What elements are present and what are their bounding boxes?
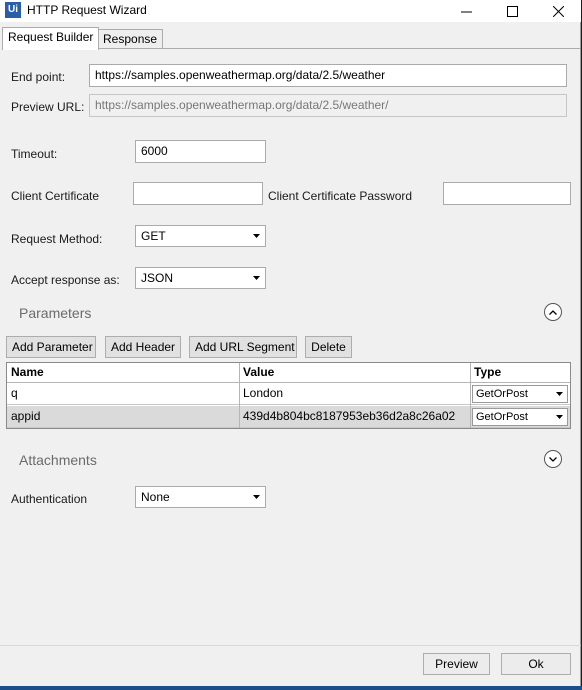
authentication-select[interactable]: None	[135, 486, 266, 508]
minimize-button[interactable]	[443, 0, 489, 22]
accept-response-label: Accept response as:	[11, 273, 120, 287]
delete-button[interactable]: Delete	[305, 336, 352, 358]
request-method-select[interactable]: GET	[135, 225, 266, 247]
client-certificate-input[interactable]	[133, 182, 263, 205]
param-value-cell[interactable]: 439d4b804bc8187953eb36d2a8c26a02	[239, 406, 470, 427]
parameters-collapse-button[interactable]	[544, 303, 562, 321]
preview-url-label: Preview URL:	[11, 100, 85, 114]
footer-divider	[0, 645, 581, 646]
request-method-label: Request Method:	[11, 232, 103, 246]
ok-button[interactable]: Ok	[501, 653, 571, 675]
preview-button[interactable]: Preview	[423, 653, 490, 675]
http-request-wizard-window: Ui HTTP Request Wizard Request Builder R…	[0, 0, 581, 686]
taskbar-strip	[0, 686, 582, 690]
param-name-cell[interactable]: appid	[7, 406, 239, 427]
table-row[interactable]: appid 439d4b804bc8187953eb36d2a8c26a02 G…	[7, 406, 570, 428]
endpoint-input[interactable]: https://samples.openweathermap.org/data/…	[89, 64, 567, 87]
timeout-input[interactable]: 6000	[135, 140, 266, 163]
parameters-section-title: Parameters	[19, 305, 92, 321]
request-method-value: GET	[141, 229, 166, 243]
dropdown-arrow-icon	[253, 495, 260, 499]
client-certificate-password-label: Client Certificate Password	[268, 189, 413, 203]
param-name-cell[interactable]: q	[7, 383, 239, 404]
chevron-up-icon	[549, 309, 557, 315]
tab-request-builder[interactable]: Request Builder	[2, 27, 100, 50]
title-bar: Ui HTTP Request Wizard	[0, 0, 581, 22]
dropdown-arrow-icon	[556, 392, 563, 396]
dropdown-arrow-icon	[253, 234, 260, 238]
param-type-select[interactable]: GetOrPost	[472, 385, 568, 403]
accept-response-select[interactable]: JSON	[135, 267, 266, 289]
column-divider[interactable]	[239, 363, 240, 428]
param-type-value: GetOrPost	[476, 388, 528, 400]
attachments-section-title: Attachments	[19, 452, 97, 468]
preview-url-field: https://samples.openweathermap.org/data/…	[89, 94, 567, 117]
dropdown-arrow-icon	[253, 276, 260, 280]
parameters-table[interactable]: Name Value Type q London GetOrPost appid…	[6, 362, 571, 429]
app-logo-icon: Ui	[5, 2, 21, 18]
attachments-expand-button[interactable]	[544, 450, 562, 468]
timeout-label: Timeout:	[11, 147, 58, 161]
client-certificate-label: Client Certificate	[11, 189, 100, 203]
window-title: HTTP Request Wizard	[27, 3, 147, 17]
column-divider[interactable]	[470, 363, 471, 428]
client-certificate-password-input[interactable]	[443, 182, 571, 205]
maximize-button[interactable]	[489, 0, 535, 22]
param-type-select[interactable]: GetOrPost	[472, 408, 568, 426]
table-header: Name Value Type	[7, 363, 570, 383]
maximize-icon	[506, 5, 518, 17]
column-header-type[interactable]: Type	[470, 363, 570, 382]
endpoint-label: End point:	[11, 70, 66, 84]
close-button[interactable]	[535, 0, 581, 22]
accept-response-value: JSON	[141, 271, 174, 285]
table-row[interactable]: q London GetOrPost	[7, 383, 570, 405]
add-header-button[interactable]: Add Header	[105, 336, 181, 358]
minimize-icon	[460, 11, 472, 12]
dropdown-arrow-icon	[556, 415, 563, 419]
add-parameter-button[interactable]: Add Parameter	[6, 336, 96, 358]
close-icon	[552, 5, 564, 17]
authentication-value: None	[141, 490, 170, 504]
column-header-name[interactable]: Name	[7, 363, 239, 382]
add-url-segment-button[interactable]: Add URL Segment	[189, 336, 297, 358]
tab-response[interactable]: Response	[97, 29, 164, 49]
column-header-value[interactable]: Value	[239, 363, 470, 382]
param-type-value: GetOrPost	[476, 411, 528, 423]
chevron-down-icon	[549, 456, 557, 462]
param-value-cell[interactable]: London	[239, 383, 470, 404]
authentication-label: Authentication	[11, 492, 88, 506]
